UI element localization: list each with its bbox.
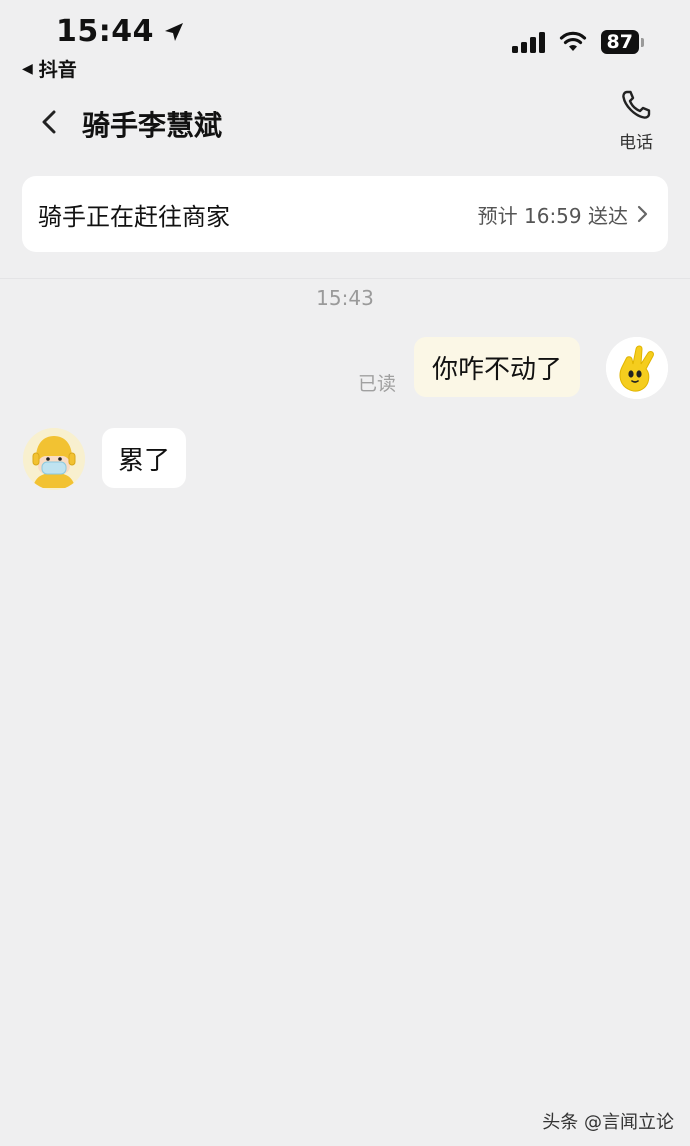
rider-helmet-avatar-icon	[23, 428, 85, 490]
phone-call-button[interactable]: 电话	[614, 88, 658, 153]
phone-label: 电话	[619, 133, 653, 153]
chat-timestamp: 15:43	[316, 286, 374, 310]
read-receipt: 已读	[358, 373, 397, 395]
order-eta: 预计 16:59 送达	[478, 200, 650, 229]
order-status-card[interactable]: 骑手正在赶往商家 预计 16:59 送达	[22, 176, 668, 252]
order-status-text: 骑手正在赶往商家	[38, 202, 230, 231]
cellular-signal-icon	[511, 31, 545, 53]
back-triangle-icon: ◀	[22, 60, 33, 77]
status-time: 15:44	[56, 14, 186, 49]
page-title: 骑手李慧斌	[82, 109, 223, 142]
battery-level: 87	[600, 30, 639, 54]
status-time-text: 15:44	[56, 14, 154, 49]
incoming-message-text: 累了	[118, 445, 171, 476]
phone-icon	[622, 90, 651, 119]
outgoing-message-text: 你咋不动了	[432, 354, 563, 385]
location-arrow-icon	[165, 22, 183, 41]
back-app-label: 抖音	[38, 59, 77, 81]
divider	[0, 278, 690, 279]
wifi-icon	[559, 31, 586, 51]
back-arrow-icon[interactable]	[36, 108, 64, 136]
watermark: 头条 @言闻立论	[542, 1112, 674, 1133]
yellow-hand-avatar-icon	[606, 337, 668, 399]
status-indicators: 87	[511, 30, 644, 54]
rider-avatar[interactable]	[23, 428, 85, 490]
chevron-right-icon	[637, 205, 648, 223]
order-eta-text: 预计 16:59 送达	[477, 203, 628, 228]
my-avatar[interactable]	[606, 337, 668, 399]
incoming-message-bubble[interactable]: 累了	[102, 428, 187, 488]
battery-icon: 87	[600, 30, 644, 54]
back-to-app-link[interactable]: ◀ 抖音	[22, 55, 77, 82]
outgoing-message-bubble[interactable]: 你咋不动了	[414, 337, 581, 397]
